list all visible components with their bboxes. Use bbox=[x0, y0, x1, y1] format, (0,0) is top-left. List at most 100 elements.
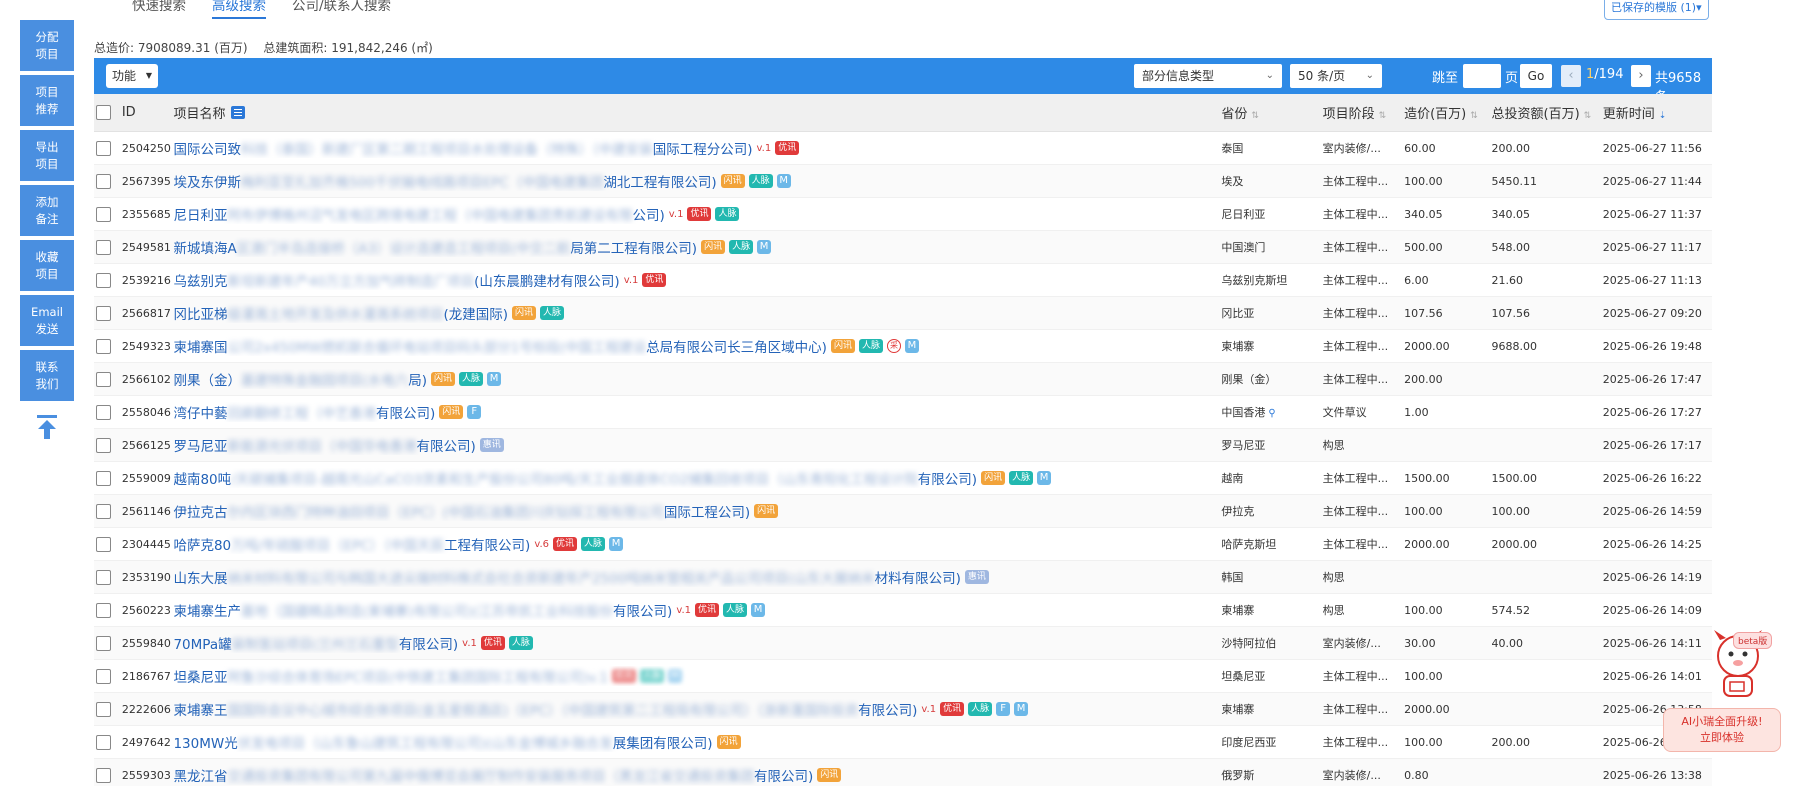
row-stage: 主体工程中... bbox=[1322, 538, 1389, 551]
table-row[interactable]: 2353190 山东大展纳米材料有限公司与韩国大进尖端材料株式会社合资新建年产25… bbox=[94, 561, 1712, 594]
table-row[interactable]: 2222606 柬埔寨王国国际会议中心城市综合体项目(金五星假酒店)（EPC）（中… bbox=[94, 693, 1712, 726]
project-name-link[interactable]: 乌兹别克斯坦新建年产40万立方加气砖制造厂项目(山东晨鹏建材有限公司) bbox=[173, 270, 619, 290]
project-name-link[interactable]: 哈萨克80万吨/年硫酸项目（EPC）（中国天辰工程有限公司) bbox=[173, 534, 530, 554]
export-project-button[interactable]: 导出 项目 bbox=[20, 130, 74, 181]
row-id: 2549581 bbox=[121, 240, 171, 254]
row-checkbox[interactable] bbox=[96, 338, 111, 354]
project-name-blurred: 回廊翻修工程（中艺香港 bbox=[227, 406, 376, 422]
row-province: 伊拉克 bbox=[1221, 503, 1322, 519]
row-checkbox[interactable] bbox=[96, 734, 111, 750]
table-row[interactable]: 2558046 湾仔中藝回廊翻修工程（中艺香港有限公司) 闪讯 F 中国香港 ⚲ 文件草议 1… bbox=[94, 396, 1712, 429]
select-all-checkbox[interactable] bbox=[96, 105, 111, 120]
header-updated-cell[interactable]: 更新时间 ⇣ bbox=[1603, 103, 1712, 122]
table-row[interactable]: 2561146 伊拉克古尔内区块西门特种油田项目（EPC）(中国石油集团川庆钻探工… bbox=[94, 495, 1712, 528]
table-row[interactable]: 2539216 乌兹别克斯坦新建年产40万立方加气砖制造厂项目(山东晨鹏建材有限公… bbox=[94, 264, 1712, 297]
row-checkbox[interactable] bbox=[96, 206, 111, 222]
row-checkbox[interactable] bbox=[96, 536, 111, 552]
table-row[interactable]: 2549581 新城填海A区澳门半岛连接桥（A3）设计连建造工程项目(中交二航局第… bbox=[94, 231, 1712, 264]
row-checkbox[interactable] bbox=[96, 569, 111, 585]
row-stage: 构思 bbox=[1322, 439, 1345, 452]
project-name-link[interactable]: 130MW光伏发电项目（山东鲁山建筑工程有限公司)(山东金博城乡融合发展集团有限… bbox=[173, 732, 712, 752]
project-name-link[interactable]: 刚果（金）基建特殊金融园项目(水电六局) bbox=[173, 369, 427, 389]
ai-promo-card[interactable]: AI小瑞全面升级! 立即体验 bbox=[1663, 708, 1781, 752]
table-row[interactable]: 2304445 哈萨克80万吨/年硫酸项目（EPC）（中国天辰工程有限公司) v.6… bbox=[94, 528, 1712, 561]
recommend-project-button[interactable]: 项目 推荐 bbox=[20, 75, 74, 126]
table-row[interactable]: 2186767 坦桑尼亚阿鲁沙综合体育场EPC项目(中铁建工集团国际工程有限公司)… bbox=[94, 660, 1712, 693]
project-name-link[interactable]: 国际公司致科技（泰国）新建厂区第二期工程项目水处理设备（特殊）（中建安装国际工程… bbox=[173, 138, 752, 158]
province-text: 埃及 bbox=[1221, 175, 1244, 188]
row-checkbox[interactable] bbox=[96, 503, 111, 519]
project-name-link[interactable]: 伊拉克古尔内区块西门特种油田项目（EPC）(中国石油集团川庆钻探工程有限公司国际… bbox=[173, 501, 750, 521]
version-label: v.1 bbox=[623, 274, 639, 286]
assign-project-button[interactable]: 分配 项目 bbox=[20, 20, 74, 71]
tab-quick-search[interactable]: 快速搜索 bbox=[132, 0, 186, 19]
project-name-link[interactable]: 尼日利亚阿布伊博格州沼气发电区跨境电建工程（中国电建集团贵航建设有限公司) bbox=[173, 204, 664, 224]
page-size-select[interactable]: 50 条/页 ⌄ bbox=[1290, 64, 1382, 88]
project-name-link[interactable]: 湾仔中藝回廊翻修工程（中艺香港有限公司) bbox=[173, 402, 435, 422]
prev-page-button[interactable]: ‹ bbox=[1561, 65, 1581, 87]
project-name-link[interactable]: 冈比亚梯级灌溉土地开发及供水灌溉系统项目(龙建国际) bbox=[173, 303, 508, 323]
next-page-button[interactable]: › bbox=[1631, 65, 1651, 87]
row-checkbox[interactable] bbox=[96, 470, 111, 486]
project-name-link[interactable]: 70MPa罐装制氢站项目(兰州兰石重型有限公司) bbox=[173, 633, 458, 653]
project-name-link[interactable]: 坦桑尼亚阿鲁沙综合体育场EPC项目(中铁建工集团国际工程有限公司)v.1 bbox=[173, 666, 607, 686]
row-checkbox[interactable] bbox=[96, 701, 111, 717]
table-row[interactable]: 2559009 越南80吨/天碳捕集项目-越南光山CaCO3货素和生产股份公司80… bbox=[94, 462, 1712, 495]
table-row[interactable]: 2566125 罗马尼亚新能源光伏项目（中国华电香港有限公司) 惠讯 罗马尼亚 构思 20… bbox=[94, 429, 1712, 462]
row-checkbox[interactable] bbox=[96, 602, 111, 618]
info-type-select[interactable]: 部分信息类型 ⌄ bbox=[1134, 64, 1282, 88]
favorite-project-button[interactable]: 收藏 项目 bbox=[20, 240, 74, 291]
project-name-link[interactable]: 新城填海A区澳门半岛连接桥（A3）设计连建造工程项目(中交二航局第二工程有限公司… bbox=[173, 237, 697, 257]
project-name-link[interactable]: 柬埔寨生产基地（国疆精品制造(柬埔寨)有限公司)(江苏帝凯工业科技股份有限公司) bbox=[173, 600, 672, 620]
jump-page-input[interactable] bbox=[1463, 64, 1501, 88]
table-row[interactable]: 2567395 埃及东伊斯梅利亚至扎加齐格500千伏输电线路项目EPC（中国电建集… bbox=[94, 165, 1712, 198]
header-cost-cell[interactable]: 造价(百万) ⇅ bbox=[1404, 103, 1491, 122]
row-checkbox[interactable] bbox=[96, 635, 111, 651]
row-checkbox[interactable] bbox=[96, 305, 111, 321]
tag-m: M bbox=[487, 372, 502, 386]
row-checkbox[interactable] bbox=[96, 668, 111, 684]
row-checkbox[interactable] bbox=[96, 140, 111, 156]
header-investment-cell[interactable]: 总投资额(百万) ⇅ bbox=[1492, 103, 1603, 122]
function-menu-button[interactable]: 功能 ▼ bbox=[106, 64, 158, 88]
column-list-icon[interactable] bbox=[231, 106, 246, 119]
tab-advanced-search[interactable]: 高级搜索 bbox=[212, 0, 266, 19]
row-checkbox[interactable] bbox=[96, 437, 111, 453]
project-name-link[interactable]: 越南80吨/天碳捕集项目-越南光山CaCO3货素和生产股份公司80吨/天工业烟道… bbox=[173, 468, 977, 488]
table-row[interactable]: 2560223 柬埔寨生产基地（国疆精品制造(柬埔寨)有限公司)(江苏帝凯工业科技… bbox=[94, 594, 1712, 627]
table-row[interactable]: 2497642 130MW光伏发电项目（山东鲁山建筑工程有限公司)(山东金博城乡融… bbox=[94, 726, 1712, 759]
saved-templates-button[interactable]: 已保存的模版 (1)▾ bbox=[1604, 0, 1709, 20]
project-name-link[interactable]: 埃及东伊斯梅利亚至扎加齐格500千伏输电线路项目EPC（中国电建集团湖北工程有限… bbox=[173, 171, 716, 191]
version-label: v.6 bbox=[534, 538, 550, 550]
table-row[interactable]: 2559840 70MPa罐装制氢站项目(兰州兰石重型有限公司) v.1 优讯 人脉 沙特… bbox=[94, 627, 1712, 660]
header-stage-cell[interactable]: 项目阶段 ⇅ bbox=[1323, 103, 1404, 122]
row-stage: 主体工程中... bbox=[1322, 373, 1389, 386]
project-name-blurred: 级灌溉土地开发及供水灌溉系统项目 bbox=[227, 307, 444, 323]
table-row[interactable]: 2559303 黑龙江省交通投资集团有限公司第九届中俄博览会展厅制作安装服务项目（… bbox=[94, 759, 1712, 786]
contact-us-button[interactable]: 联系 我们 bbox=[20, 350, 74, 401]
project-name-link[interactable]: 山东大展纳米材料有限公司与韩国大进尖端材料株式会社合资新建年产2500吨纳米管相… bbox=[173, 567, 960, 587]
table-row[interactable]: 2504250 国际公司致科技（泰国）新建厂区第二期工程项目水处理设备（特殊）（中… bbox=[94, 132, 1712, 165]
row-name-cell: 柬埔寨王国国际会议中心城市综合体项目(金五星假酒店)（EPC）（中国建筑第二工程… bbox=[173, 699, 1221, 719]
tab-company-contact-search[interactable]: 公司/联系人搜索 bbox=[292, 0, 391, 19]
table-row[interactable]: 2566102 刚果（金）基建特殊金融园项目(水电六局) 闪讯 人脉 M 刚果（金） 主体工… bbox=[94, 363, 1712, 396]
row-checkbox[interactable] bbox=[96, 767, 111, 783]
header-province-cell[interactable]: 省份 ⇅ bbox=[1221, 103, 1322, 122]
back-to-top-icon[interactable] bbox=[20, 409, 74, 445]
table-row[interactable]: 2549323 柬埔寨国公司2x450MW燃机联合循环电站项目码头部分1号标段(中… bbox=[94, 330, 1712, 363]
email-send-button[interactable]: Email 发送 bbox=[20, 295, 74, 346]
tag-ren: 人脉 bbox=[639, 669, 664, 683]
go-button[interactable]: Go bbox=[1520, 64, 1552, 88]
table-row[interactable]: 2355685 尼日利亚阿布伊博格州沼气发电区跨境电建工程（中国电建集团贵航建设有… bbox=[94, 198, 1712, 231]
project-name-link[interactable]: 黑龙江省交通投资集团有限公司第九届中俄博览会展厅制作安装服务项目（黑龙江省交通投… bbox=[173, 765, 813, 785]
add-note-button[interactable]: 添加 备注 bbox=[20, 185, 74, 236]
row-checkbox[interactable] bbox=[96, 239, 111, 255]
row-checkbox[interactable] bbox=[96, 404, 111, 420]
project-name-link[interactable]: 柬埔寨国公司2x450MW燃机联合循环电站项目码头部分1号标段(中国工程建设总局… bbox=[173, 336, 826, 356]
row-checkbox[interactable] bbox=[96, 272, 111, 288]
project-name-link[interactable]: 罗马尼亚新能源光伏项目（中国华电香港有限公司) bbox=[173, 435, 475, 455]
table-row[interactable]: 2566817 冈比亚梯级灌溉土地开发及供水灌溉系统项目(龙建国际) 闪讯 人脉 冈比亚… bbox=[94, 297, 1712, 330]
project-name-link[interactable]: 柬埔寨王国国际会议中心城市综合体项目(金五星假酒店)（EPC）（中国建筑第二工程… bbox=[173, 699, 917, 719]
row-checkbox[interactable] bbox=[96, 173, 111, 189]
row-checkbox[interactable] bbox=[96, 371, 111, 387]
